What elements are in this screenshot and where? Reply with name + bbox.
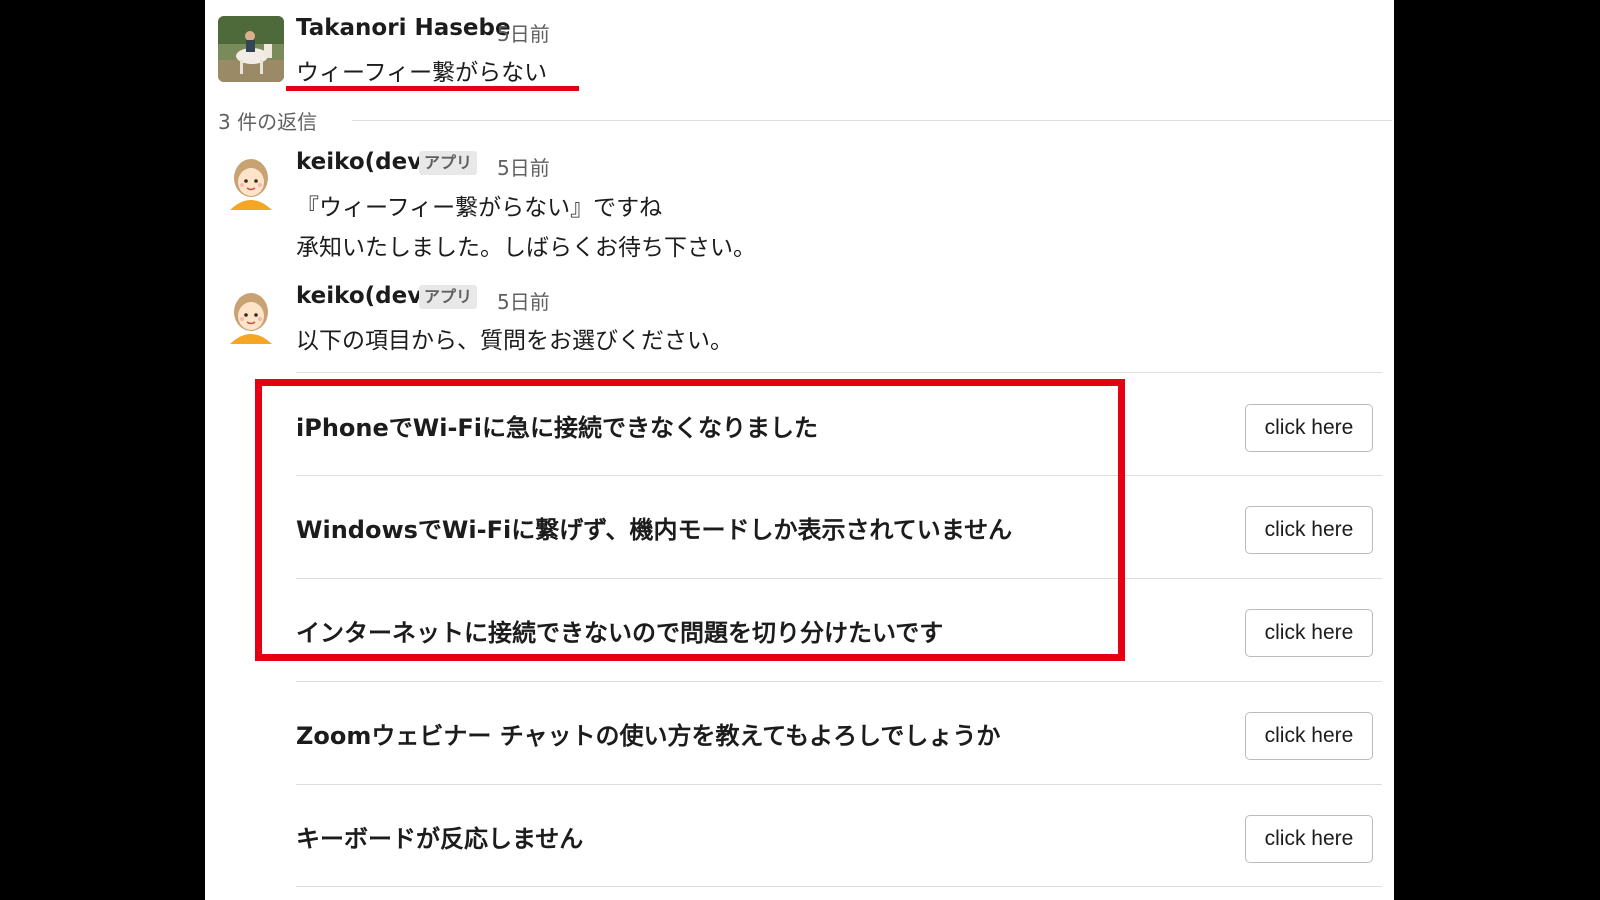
option-divider: [296, 681, 1382, 682]
user-avatar[interactable]: [218, 16, 284, 82]
replies-divider: [352, 120, 1392, 121]
reply-2-timestamp[interactable]: 5日前: [497, 286, 550, 315]
option-text: キーボードが反応しません: [296, 825, 584, 853]
app-badge: アプリ: [419, 151, 478, 175]
reply-2-author[interactable]: keiko(dev): [296, 283, 433, 309]
bot-avatar[interactable]: [218, 284, 284, 350]
cartoon-girl-avatar-icon: [218, 150, 284, 216]
thread-panel: Takanori Hasebe 5日前 ウィーフィー繋がらない 3 件の返信 k…: [205, 0, 1394, 900]
option-divider: [296, 784, 1382, 785]
option-divider: [296, 886, 1382, 887]
option-divider: [296, 475, 1382, 476]
reply-1-line-1: 『ウィーフィー繋がらない』ですね: [296, 195, 663, 221]
option-text: WindowsでWi-Fiに繋げず、機内モードしか表示されていません: [296, 516, 1013, 544]
reply-1-author[interactable]: keiko(dev): [296, 149, 433, 175]
parent-author[interactable]: Takanori Hasebe: [296, 15, 511, 41]
bot-avatar[interactable]: [218, 150, 284, 216]
reply-1-line-2: 承知いたしました。しばらくお待ち下さい。: [296, 235, 756, 261]
reply-1-timestamp[interactable]: 5日前: [497, 152, 550, 181]
option-divider: [296, 372, 1382, 373]
highlight-underline: [286, 86, 579, 91]
reply-2-line-1: 以下の項目から、質問をお選びください。: [296, 328, 733, 354]
click-here-button[interactable]: click here: [1245, 712, 1373, 760]
click-here-button[interactable]: click here: [1245, 609, 1373, 657]
click-here-button[interactable]: click here: [1245, 815, 1373, 863]
replies-count-label: 3 件の返信: [218, 110, 318, 134]
cartoon-girl-avatar-icon: [218, 284, 284, 350]
click-here-button[interactable]: click here: [1245, 404, 1373, 452]
parent-message-text: ウィーフィー繋がらない: [296, 60, 548, 86]
option-text: iPhoneでWi-Fiに急に接続できなくなりました: [296, 414, 819, 442]
option-text: Zoomウェビナー チャットの使い方を教えてもよろしでしょうか: [296, 722, 1001, 750]
horse-rider-avatar-icon: [218, 16, 284, 82]
app-badge: アプリ: [419, 285, 478, 309]
option-text: インターネットに接続できないので問題を切り分けたいです: [296, 619, 944, 647]
parent-timestamp[interactable]: 5日前: [497, 18, 550, 47]
click-here-button[interactable]: click here: [1245, 506, 1373, 554]
option-divider: [296, 578, 1382, 579]
